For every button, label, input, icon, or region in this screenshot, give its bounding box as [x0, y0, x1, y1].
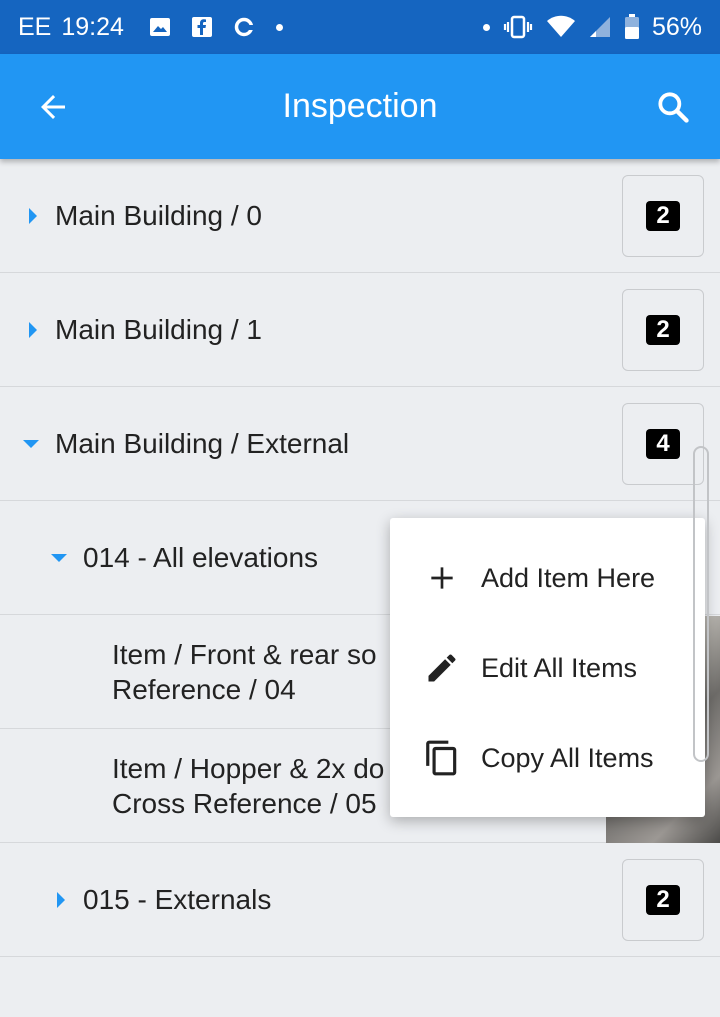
count-badge: 2: [646, 314, 680, 345]
list-item[interactable]: 015 - Externals 2: [0, 843, 720, 957]
dot-icon: [275, 23, 283, 31]
app-bar: Inspection: [0, 54, 720, 159]
list-item[interactable]: Main Building / 1 2: [0, 273, 720, 387]
caret-right-icon[interactable]: [51, 890, 71, 910]
battery-icon: [624, 14, 640, 40]
search-icon[interactable]: [650, 84, 696, 130]
list-item-label: 014 - All elevations: [83, 541, 319, 573]
count-button[interactable]: 2: [622, 288, 704, 371]
signal-icon: [588, 15, 612, 39]
dot-icon: [482, 23, 490, 31]
plus-icon: [422, 558, 462, 598]
list-item-label: Main Building / 1: [55, 313, 263, 345]
add-item-here-button[interactable]: Add Item Here: [390, 533, 705, 623]
list-item[interactable]: Main Building / 0 2: [0, 159, 720, 273]
pencil-icon: [422, 648, 462, 688]
list-item-label: Main Building / 0: [55, 199, 263, 231]
item-text: Item / Hopper & 2x do Cross Reference / …: [112, 751, 384, 821]
count-button[interactable]: 4: [622, 402, 704, 485]
count-button[interactable]: 2: [622, 174, 704, 257]
wifi-icon: [546, 15, 576, 39]
count-badge: 2: [646, 884, 680, 915]
vibrate-icon: [502, 15, 534, 39]
list-item-label: 015 - Externals: [83, 883, 272, 915]
image-icon: [148, 15, 172, 39]
count-button[interactable]: 2: [622, 858, 704, 941]
list-item[interactable]: Main Building / External 4: [0, 387, 720, 501]
count-badge: 4: [646, 428, 680, 459]
page-title: Inspection: [282, 87, 438, 125]
edit-all-items-button[interactable]: Edit All Items: [390, 623, 705, 713]
carrier-label: EE: [18, 12, 52, 41]
sync-icon: [232, 15, 256, 39]
copy-icon: [422, 738, 462, 778]
scrollbar[interactable]: [693, 446, 709, 762]
item-reference: Reference / 04: [112, 673, 296, 705]
battery-percent: 56%: [651, 12, 702, 41]
menu-item-label: Add Item Here: [481, 562, 656, 593]
caret-down-icon[interactable]: [21, 434, 41, 454]
status-bar: EE 19:24 56%: [0, 0, 720, 54]
clock: 19:24: [61, 12, 124, 41]
count-badge: 2: [646, 200, 680, 231]
context-menu: Add Item Here Edit All Items Copy All It…: [390, 518, 705, 817]
item-text: Item / Front & rear so Reference / 04: [112, 637, 377, 707]
caret-down-icon[interactable]: [49, 548, 69, 568]
list-item-label: Main Building / External: [55, 427, 350, 459]
menu-item-label: Edit All Items: [481, 652, 638, 683]
item-title: Item / Front & rear so: [112, 638, 377, 670]
caret-right-icon[interactable]: [23, 206, 43, 226]
copy-all-items-button[interactable]: Copy All Items: [390, 713, 705, 803]
menu-item-label: Copy All Items: [481, 742, 654, 773]
arrow-back-icon[interactable]: [30, 84, 76, 130]
caret-right-icon[interactable]: [23, 320, 43, 340]
item-title: Item / Hopper & 2x do: [112, 752, 385, 784]
item-reference: Cross Reference / 05: [112, 787, 377, 819]
facebook-icon: [190, 15, 214, 39]
